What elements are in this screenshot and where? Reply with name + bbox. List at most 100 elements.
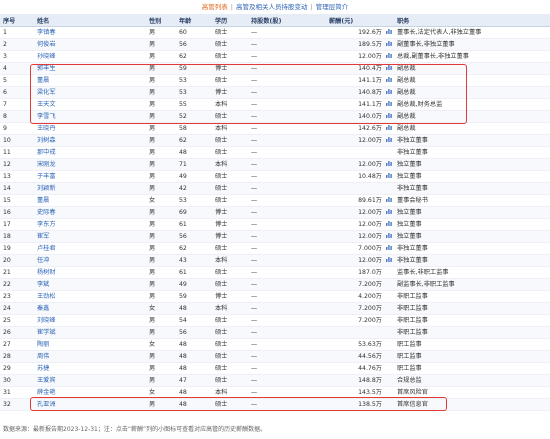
cell-pay: 12.00万 [326,206,384,219]
cell-pay: 138.5万 [326,398,384,411]
bar-chart-icon[interactable] [386,101,392,106]
cell-index: 10 [0,134,34,147]
cell-gender: 男 [146,122,176,135]
tab-2[interactable]: 管理层简介 [316,3,349,11]
cell-index: 23 [0,290,34,303]
bar-chart-icon[interactable] [386,41,392,46]
cell-index: 12 [0,158,34,171]
bar-chart-icon[interactable] [386,65,392,70]
cell-name[interactable]: 任冲 [34,254,146,267]
cell-name[interactable]: 梁化军 [34,86,146,99]
cell-education: 本科 [212,386,248,399]
tab-0[interactable]: 高管列表 [202,3,228,11]
cell-gender: 男 [146,38,176,51]
table-row: 6 梁化军男 53 博士 —140.8万 副总裁 [0,86,550,99]
bar-chart-icon[interactable] [386,89,392,94]
cell-title: 副总裁 [394,62,550,75]
cell-title: 非职工监事 [394,314,550,327]
cell-name[interactable]: 李雪飞 [34,110,146,123]
cell-pay: 7.200万 [326,314,384,327]
cell-age: 62 [176,134,212,147]
cell-title: 非独立董事 [394,134,550,147]
cell-name[interactable]: 刘颖新 [34,182,146,195]
cell-chart [384,62,394,75]
cell-name[interactable]: 王劲松 [34,290,146,303]
cell-name[interactable]: 王晓丹 [34,122,146,135]
cell-age: 59 [176,290,212,303]
cell-name[interactable]: 杨树财 [34,266,146,279]
cell-index: 13 [0,170,34,183]
cell-age: 69 [176,206,212,219]
bar-chart-icon[interactable] [386,161,392,166]
cell-name[interactable]: 李东方 [34,218,146,231]
bar-chart-icon[interactable] [386,173,392,178]
cell-shares: — [248,374,326,387]
cell-title: 独立董事 [394,158,550,171]
bar-chart-icon[interactable] [386,53,392,58]
cell-name[interactable]: 崔学斌 [34,326,146,339]
cell-education: 硕士 [212,278,248,291]
cell-name[interactable]: 李镇春 [34,26,146,39]
bar-chart-icon[interactable] [386,209,392,214]
cell-name[interactable]: 王爱宾 [34,374,146,387]
cell-index: 1 [0,26,34,39]
cell-name[interactable]: 王天文 [34,98,146,111]
bar-chart-icon[interactable] [386,113,392,118]
cell-gender: 男 [146,362,176,375]
cell-pay [326,146,384,159]
cell-age: 48 [176,338,212,351]
bar-chart-icon[interactable] [386,221,392,226]
bar-chart-icon[interactable] [386,245,392,250]
cell-gender: 男 [146,230,176,243]
cell-chart [384,278,394,291]
cell-name[interactable]: 李斌 [34,278,146,291]
bar-chart-icon[interactable] [386,257,392,262]
cell-name[interactable]: 刘树森 [34,134,146,147]
cell-name[interactable]: 刘晓峰 [34,314,146,327]
cell-education: 本科 [212,254,248,267]
cell-name[interactable]: 董晨 [34,194,146,207]
cell-name[interactable]: 史际春 [34,206,146,219]
bar-chart-icon[interactable] [386,125,392,130]
table-row: 18 崔军男 56 博士 —12.00万 独立董事 [0,230,550,243]
cell-name[interactable]: 宋刚龙 [34,158,146,171]
cell-pay: 140.4万 [326,62,384,75]
cell-age: 48 [176,350,212,363]
bar-chart-icon[interactable] [386,29,392,34]
cell-name[interactable]: 那中戒 [34,146,146,159]
cell-chart [384,182,394,195]
cell-name[interactable]: 周伟 [34,350,146,363]
cell-index: 5 [0,74,34,87]
cell-name[interactable]: 苏捷 [34,362,146,375]
bar-chart-icon[interactable] [386,233,392,238]
cell-name[interactable]: 董晨 [34,74,146,87]
cell-index: 17 [0,218,34,231]
cell-pay: 53.63万 [326,338,384,351]
bar-chart-icon[interactable] [386,197,392,202]
cell-education: 硕士 [212,314,248,327]
cell-name[interactable]: 于丰富 [34,170,146,183]
cell-name[interactable]: 卢桂君 [34,242,146,255]
tab-1[interactable]: 高管及相关人员持股变动 [236,3,308,11]
cell-title: 监事长,非职工监事 [394,266,550,279]
table-body: 1 李镇春男 60 硕士 —192.6万 董事长,法定代表人,非独立董事 2 何俊岩男 56 硕士… [0,26,550,411]
bar-chart-icon[interactable] [386,137,392,142]
cell-name[interactable]: 孙晓峰 [34,50,146,63]
cell-name[interactable]: 陶丽 [34,338,146,351]
table-row: 11 那中戒男 48 硕士 — 非独立董事 [0,146,550,159]
cell-shares: — [248,278,326,291]
cell-education: 硕士 [212,362,248,375]
cell-chart [384,314,394,327]
cell-name[interactable]: 崔军 [34,230,146,243]
cell-gender: 男 [146,374,176,387]
cell-education: 硕士 [212,74,248,87]
table-row: 26 崔学斌男 56 硕士 — 非职工监事 [0,326,550,339]
cell-name[interactable]: 郭丰生 [34,62,146,75]
cell-title: 副总裁 [394,86,550,99]
cell-name[interactable]: 孔亚洲 [34,398,146,411]
bar-chart-icon[interactable] [386,77,392,82]
cell-name[interactable]: 何俊岩 [34,38,146,51]
cell-age: 54 [176,314,212,327]
cell-name[interactable]: 秦鑫 [34,302,146,315]
cell-name[interactable]: 薛金艳 [34,386,146,399]
